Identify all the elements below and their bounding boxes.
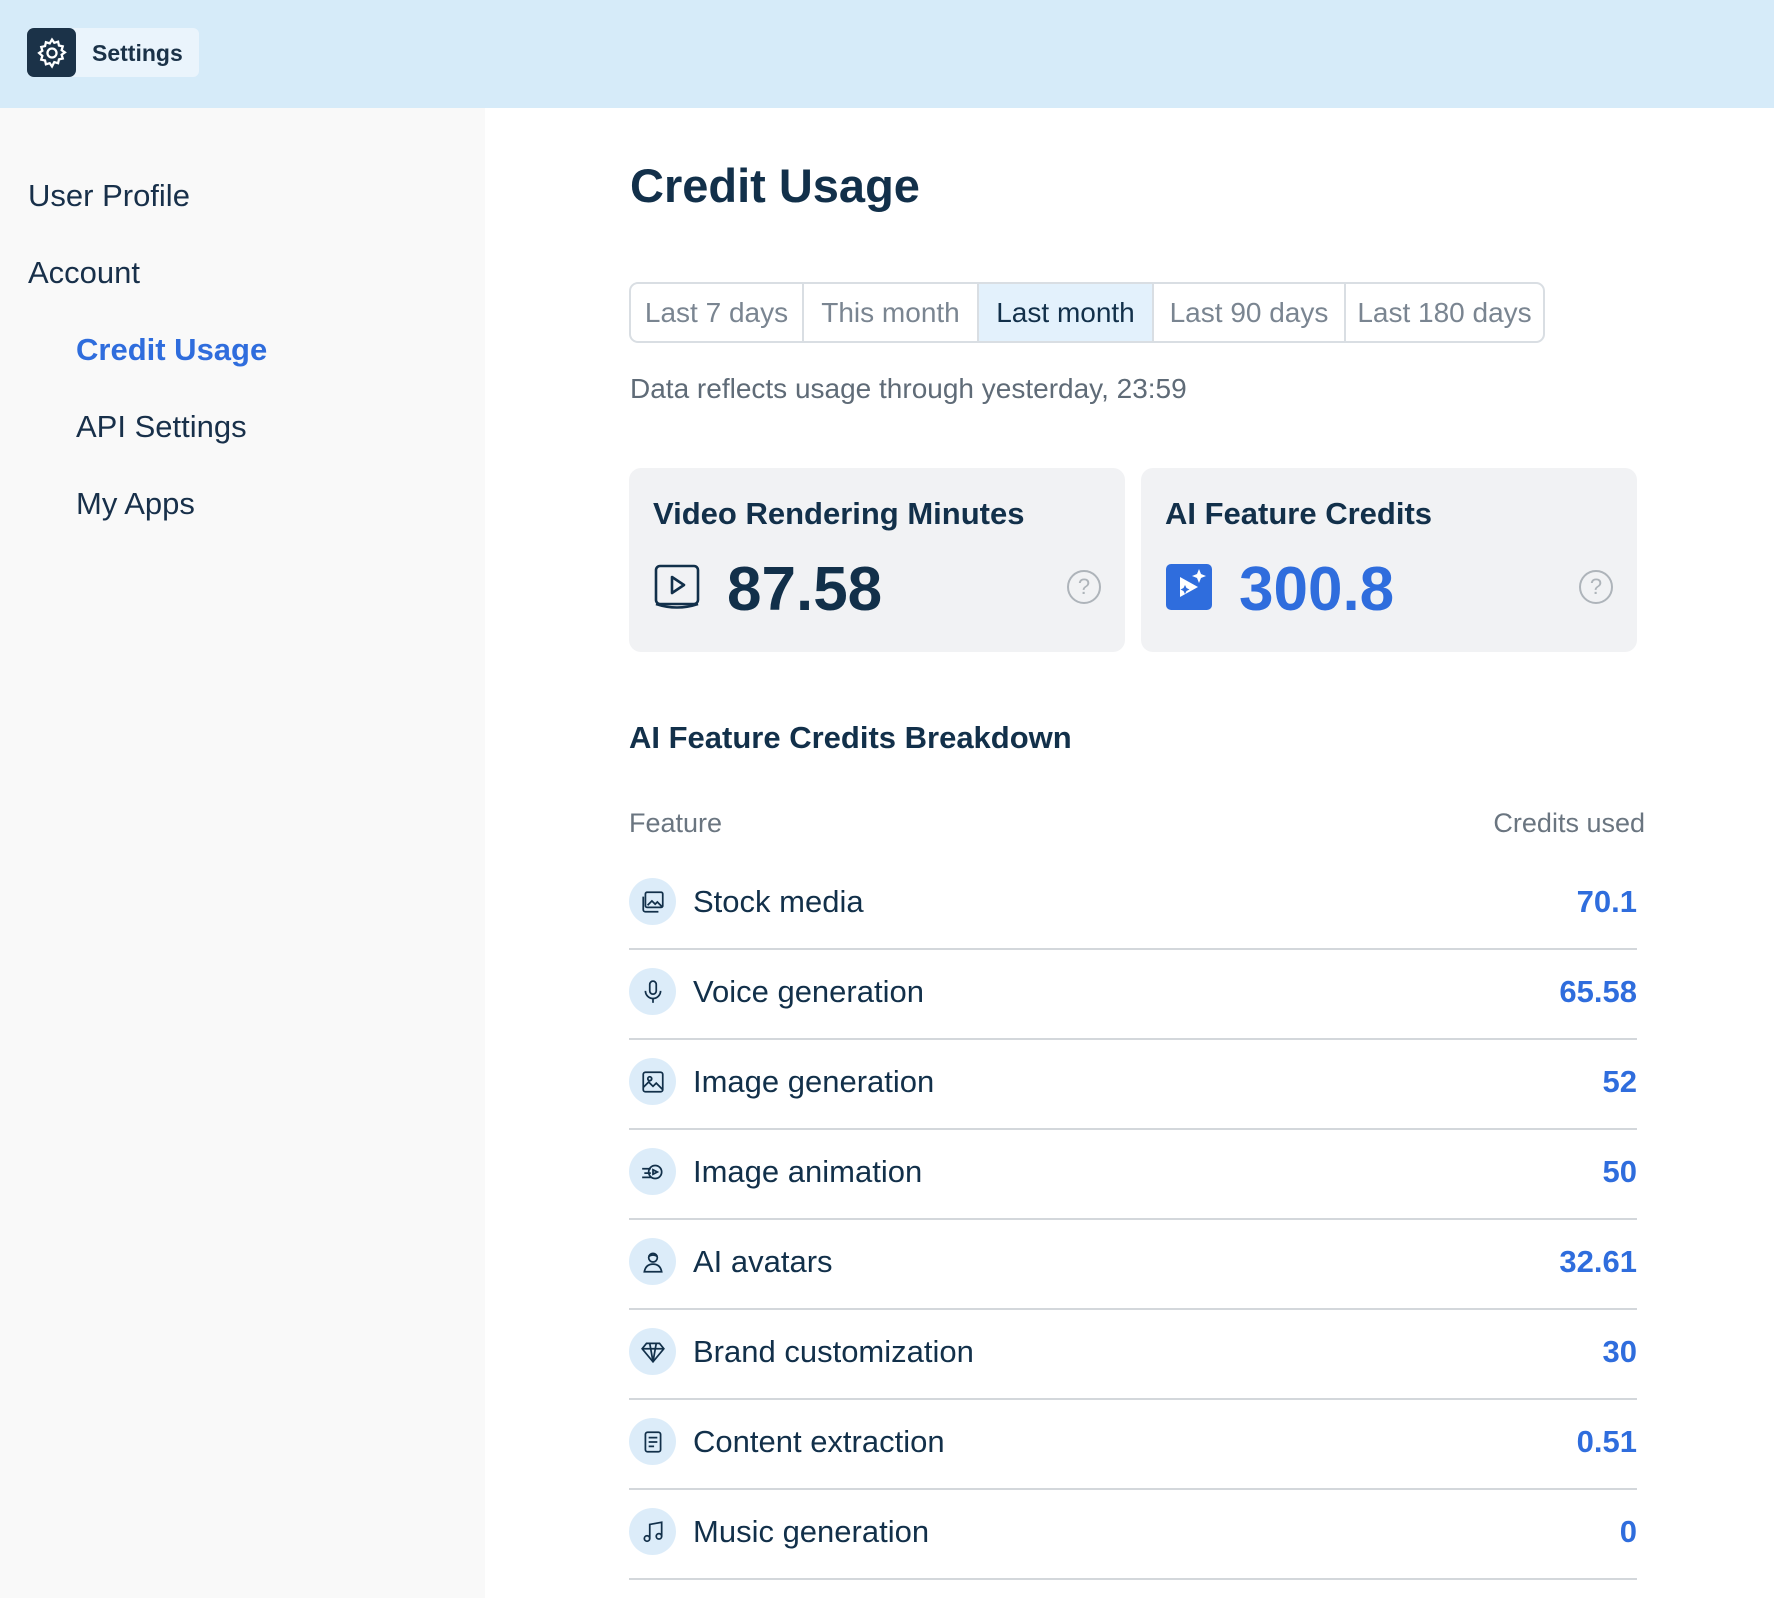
sidebar-item-account[interactable]: Account [28,255,140,291]
column-header-feature: Feature [629,808,723,838]
sidebar-item-my-apps[interactable]: My Apps [76,486,195,522]
row-label: AI avatars [693,1244,833,1279]
sidebar-item-credit-usage[interactable]: Credit Usage [76,332,267,368]
ai-credits-value: 300.8 [1239,555,1395,624]
row-value: 32.61 [1559,1244,1637,1279]
row-value: 30 [1602,1334,1637,1369]
table-row: Image animation 50 [629,1130,1637,1220]
row-label: Image animation [693,1154,923,1189]
table-row: Music generation 0 [629,1490,1637,1580]
row-value: 50 [1602,1154,1637,1189]
tab-last-7-days[interactable]: Last 7 days [631,284,804,341]
row-label: Music generation [693,1514,930,1549]
sidebar-item-api-settings[interactable]: API Settings [76,409,247,445]
table-row: AI avatars 32.61 [629,1220,1637,1310]
card-title: AI Feature Credits [1165,496,1433,531]
video-play-icon [653,563,701,611]
table-row: Content extraction 0.51 [629,1400,1637,1490]
ai-sparkle-icon [1165,563,1213,611]
help-icon[interactable]: ? [1579,570,1613,604]
sidebar: User Profile Account Credit Usage API Se… [0,108,485,1598]
table-row: Brand customization 30 [629,1310,1637,1400]
main-content: Credit Usage Last 7 days This month Last… [485,108,1774,1598]
gear-icon [27,28,76,77]
top-bar: Settings [0,0,1774,108]
avatar-icon [629,1238,676,1285]
music-note-icon [629,1508,676,1555]
microphone-icon [629,968,676,1015]
table-row: Voice generation 65.58 [629,950,1637,1040]
tab-last-month[interactable]: Last month [979,284,1154,341]
breakdown-title: AI Feature Credits Breakdown [629,720,1072,755]
row-value: 70.1 [1576,884,1637,919]
table-row: Stock media 70.1 [629,860,1637,950]
image-icon [629,1058,676,1105]
tab-last-180-days[interactable]: Last 180 days [1346,284,1543,341]
diamond-icon [629,1328,676,1375]
date-range-tabs: Last 7 days This month Last month Last 9… [629,282,1545,343]
table-row: Image generation 52 [629,1040,1637,1130]
row-value: 0.51 [1576,1424,1637,1459]
data-note: Data reflects usage through yesterday, 2… [630,373,1187,404]
document-icon [629,1418,676,1465]
stock-media-icon [629,878,676,925]
row-value: 52 [1602,1064,1637,1099]
column-header-credits: Credits used [1493,808,1645,838]
ai-credits-card: AI Feature Credits 300.8 ? [1141,468,1637,652]
row-label: Stock media [693,884,864,919]
row-label: Content extraction [693,1424,945,1459]
animation-icon [629,1148,676,1195]
settings-button[interactable]: Settings [27,28,199,77]
settings-title: Settings [92,40,183,66]
row-value: 65.58 [1559,974,1637,1009]
row-label: Image generation [693,1064,935,1099]
video-minutes-value: 87.58 [727,555,883,624]
video-rendering-card: Video Rendering Minutes 87.58 ? [629,468,1125,652]
help-icon[interactable]: ? [1067,570,1101,604]
card-title: Video Rendering Minutes [653,496,1025,531]
breakdown-table: Stock media 70.1 Voice generation 65.58 … [629,860,1637,1580]
row-label: Voice generation [693,974,924,1009]
page-title: Credit Usage [630,159,920,212]
tab-this-month[interactable]: This month [804,284,979,341]
row-label: Brand customization [693,1334,974,1369]
tab-last-90-days[interactable]: Last 90 days [1154,284,1346,341]
sidebar-item-user-profile[interactable]: User Profile [28,178,190,214]
row-value: 0 [1619,1514,1637,1549]
